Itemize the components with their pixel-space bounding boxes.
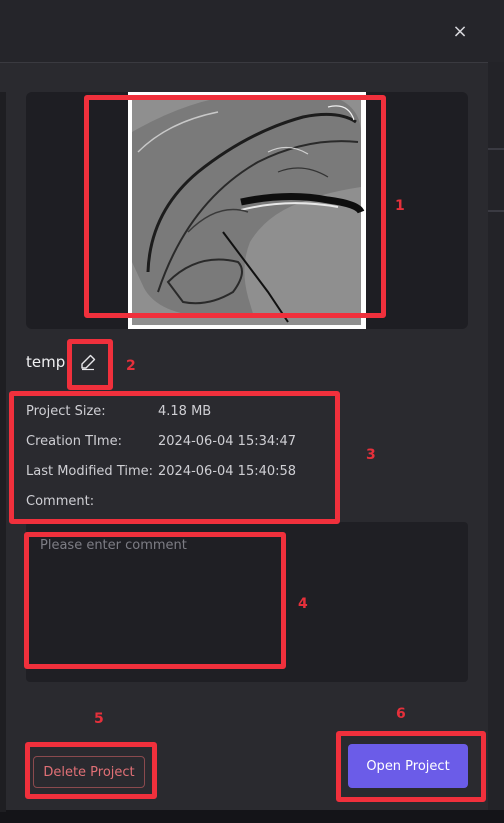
background-divider (488, 210, 504, 212)
left-background-panel (0, 92, 6, 812)
annotation-box-4 (24, 532, 286, 669)
right-background-panel (488, 62, 504, 810)
annotation-number-3: 3 (366, 447, 376, 463)
annotation-box-6 (336, 731, 486, 802)
annotation-box-3 (9, 391, 340, 524)
annotation-number-6: 6 (396, 706, 406, 722)
annotation-number-4: 4 (298, 596, 308, 612)
dialog-header: × (0, 0, 504, 63)
annotation-box-1 (84, 95, 386, 318)
close-icon[interactable]: × (450, 22, 470, 42)
annotation-box-5 (25, 742, 157, 799)
annotation-box-2 (67, 339, 113, 390)
annotation-number-5: 5 (94, 711, 104, 727)
annotation-number-1: 1 (395, 198, 405, 214)
annotation-number-2: 2 (126, 358, 136, 374)
background-divider (488, 148, 504, 150)
project-name-row: temp (26, 352, 96, 374)
project-name: temp (26, 353, 66, 371)
